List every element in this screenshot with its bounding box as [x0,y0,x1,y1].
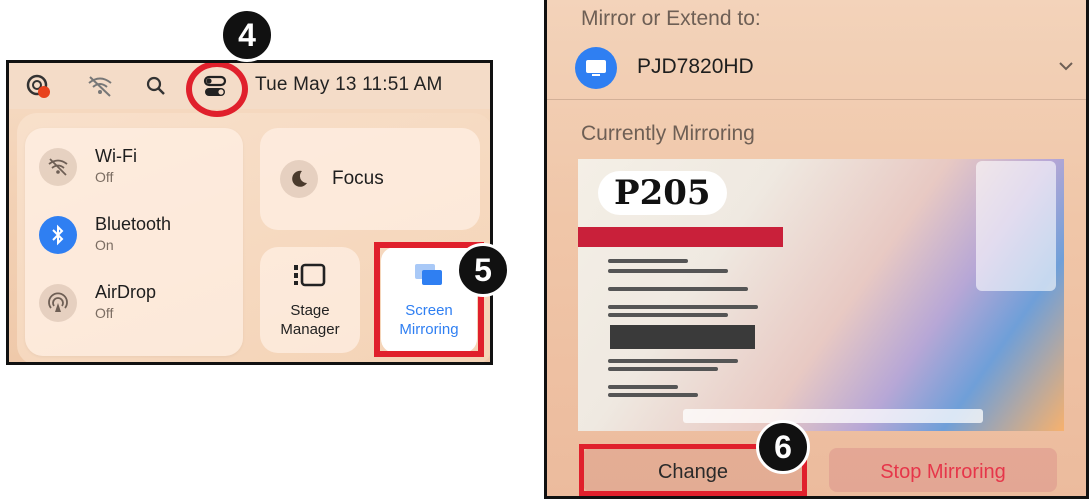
siri-icon[interactable] [23,71,53,101]
preview-terminal-block [610,325,755,349]
step-badge-4: 4 [220,8,274,62]
airdrop-icon [39,284,77,322]
screen-mirroring-screenshot: Mirror or Extend to: PJD7820HD Currently… [544,0,1089,499]
moon-icon [280,160,318,198]
focus-tile[interactable]: Focus [260,128,480,230]
wifi-toggle[interactable]: Wi-Fi Off [39,142,239,192]
preview-label: P205 [598,171,727,215]
focus-label: Focus [332,168,384,189]
step-badge-5: 5 [456,243,510,297]
wifi-off-icon [39,148,77,186]
bluetooth-toggle[interactable]: Bluetooth On [39,210,239,260]
airdrop-label: AirDrop [95,282,157,302]
bluetooth-label: Bluetooth [95,214,172,234]
wifi-label: Wi-Fi [95,146,137,166]
airdrop-toggle[interactable]: AirDrop Off [39,278,239,328]
stage-manager-tile[interactable]: Stage Manager [260,247,360,353]
preview-text-line [608,313,728,317]
search-icon[interactable] [141,71,171,101]
stage-manager-label-line1: Stage [290,302,330,319]
step-badge-6: 6 [756,420,810,474]
stage-manager-label-line2: Manager [280,321,340,338]
display-select[interactable]: PJD7820HD [575,45,1075,91]
mirroring-preview-thumbnail: P205 [578,159,1064,431]
control-center-screenshot: Tue May 13 11:51 AM Wi-Fi Off Bluetooth … [6,60,493,365]
menu-bar: Tue May 13 11:51 AM [9,63,490,109]
currently-mirroring-heading: Currently Mirroring [581,122,755,145]
menu-bar-clock[interactable]: Tue May 13 11:51 AM [255,74,443,96]
stage-manager-icon [292,259,328,296]
display-icon [575,47,617,89]
chevron-down-icon[interactable] [1057,59,1075,77]
stop-mirroring-button[interactable]: Stop Mirroring [829,448,1057,492]
display-name: PJD7820HD [637,55,754,78]
preview-text-line [608,305,758,309]
mirror-extend-heading: Mirror or Extend to: [581,7,761,30]
wifi-status: Off [95,169,114,185]
stop-mirroring-label: Stop Mirroring [880,461,1006,483]
bluetooth-icon [39,216,77,254]
preview-dock [683,409,983,423]
control-center-highlight [186,63,248,117]
bluetooth-status: On [95,237,114,253]
preview-control-panel-thumbnail [976,161,1056,291]
preview-text-line [608,393,698,397]
stage-manager-label: Stage Manager [260,301,360,339]
preview-text-line [608,359,738,363]
connectivity-group: Wi-Fi Off Bluetooth On AirDrop Off [25,128,243,356]
preview-text-line [608,367,718,371]
preview-text-line [608,287,748,291]
preview-text-line [608,259,688,263]
divider [547,99,1086,100]
preview-text-line [608,269,728,273]
preview-red-banner [578,227,783,247]
preview-text-line [608,385,678,389]
wifi-off-icon[interactable] [85,71,115,101]
airdrop-status: Off [95,305,114,321]
